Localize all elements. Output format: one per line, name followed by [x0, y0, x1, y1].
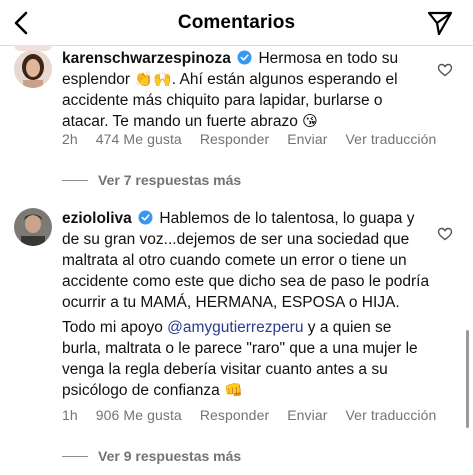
fist-bump-emoji: 👊 [224, 381, 243, 399]
avatar-karen-icon [14, 50, 52, 88]
translate-button[interactable]: Ver traducción [346, 407, 437, 423]
replies-divider-line [62, 179, 88, 181]
comment-likes[interactable]: 474 Me gusta [96, 131, 182, 147]
replies-divider-line [62, 455, 88, 457]
verified-badge-icon [237, 50, 252, 65]
comment-time: 2h [62, 131, 78, 147]
comment-username[interactable]: eziololiva [62, 210, 132, 227]
comment-actions: 1h 906 Me gusta Responder Enviar Ver tra… [62, 407, 436, 423]
avatar[interactable] [14, 50, 52, 88]
send-button[interactable]: Enviar [287, 131, 327, 147]
clapping-hands-emoji: 👏🙌 [134, 70, 172, 88]
comment-time: 1h [62, 407, 78, 423]
mention-link[interactable]: @amygutierrezperu [167, 319, 303, 336]
comment-actions: 2h 474 Me gusta Responder Enviar Ver tra… [62, 131, 436, 147]
direct-message-icon[interactable] [427, 10, 453, 36]
like-heart-icon[interactable] [437, 62, 453, 78]
page-title: Comentarios [177, 12, 296, 33]
scrollbar[interactable] [466, 330, 469, 428]
view-replies-label: Ver 7 respuestas más [98, 172, 242, 188]
verified-badge-icon [138, 210, 153, 225]
translate-button[interactable]: Ver traducción [346, 131, 437, 147]
avatar-ezio-icon [14, 208, 52, 246]
avatar[interactable] [14, 208, 52, 246]
view-replies-button[interactable]: Ver 7 respuestas más [62, 172, 241, 188]
reply-button[interactable]: Responder [200, 131, 269, 147]
top-bar: Comentarios [0, 0, 473, 46]
send-button[interactable]: Enviar [287, 407, 327, 423]
view-replies-label: Ver 9 respuestas más [98, 448, 242, 464]
comment-text-continued: Todo mi apoyo [62, 319, 163, 336]
kiss-emoji: 😘 [302, 112, 318, 130]
comment-likes[interactable]: 906 Me gusta [96, 407, 182, 423]
view-replies-button[interactable]: Ver 9 respuestas más [62, 448, 241, 464]
like-heart-icon[interactable] [437, 226, 453, 242]
reply-button[interactable]: Responder [200, 407, 269, 423]
comment-body: karenschwarzespinoza Hermosa en todo su … [62, 50, 399, 130]
comment-body: eziololiva Hablemos de lo talentosa, lo … [62, 208, 432, 401]
comment-username[interactable]: karenschwarzespinoza [62, 50, 231, 67]
